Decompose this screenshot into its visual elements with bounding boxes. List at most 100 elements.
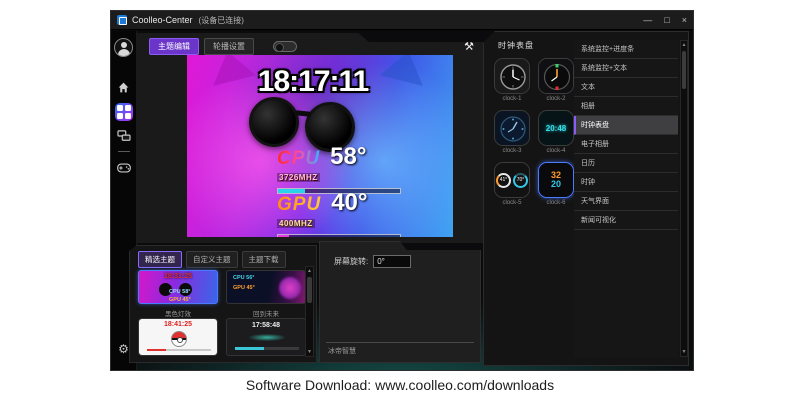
- gpu-load-bar: [277, 234, 401, 237]
- tab-carousel-settings[interactable]: 轮播设置: [204, 38, 254, 55]
- theme-editor-panel: 主题编辑 轮播设置 ⚒ 18:17:11 CPU: [137, 33, 483, 243]
- clock6-bottom-value: 20: [551, 180, 561, 189]
- theme-thumbnail-cyber[interactable]: CPU 56° GPU 45°: [226, 270, 306, 304]
- rotation-input[interactable]: [373, 255, 411, 268]
- titlebar: Coolleo-Center (设备已连接) — □ ×: [111, 11, 693, 30]
- thumb1-gpu: GPU 45°: [169, 297, 191, 303]
- gauge-right: 70°: [513, 173, 528, 188]
- menu-item-digital-album[interactable]: 电子相册: [574, 135, 678, 154]
- carousel-toggle[interactable]: [273, 41, 297, 52]
- clock-widget-3[interactable]: [494, 110, 530, 146]
- thumb3-slider: [147, 349, 211, 351]
- menu-scroll-thumb[interactable]: [682, 51, 686, 89]
- theme-thumbnail-pokeball[interactable]: 18:41:25: [138, 318, 218, 356]
- clock-widget-4-label: clock-4: [538, 148, 574, 154]
- gamepad-icon[interactable]: [116, 160, 132, 176]
- menu-item-news[interactable]: 新闻可视化: [574, 211, 678, 230]
- home-icon[interactable]: [116, 79, 132, 95]
- tab-featured-themes[interactable]: 精选主题: [138, 251, 182, 268]
- tab-custom-themes[interactable]: 自定义主题: [186, 251, 238, 268]
- screen-rotation-panel: 屏幕旋转: 冰帝智慧: [319, 241, 481, 363]
- menu-scroll-down-icon[interactable]: ▼: [682, 348, 687, 356]
- menu-scrollbar[interactable]: ▲ ▼: [680, 40, 688, 357]
- thumb3-time: 18:41:25: [139, 321, 217, 328]
- clock-widget-4[interactable]: 20:48: [538, 110, 574, 146]
- window-title: Coolleo-Center: [132, 15, 193, 25]
- clock-widget-6-label: clock-6: [538, 200, 574, 206]
- app-window: Coolleo-Center (设备已连接) — □ ×: [110, 10, 694, 371]
- gauge-left: 41°: [496, 173, 511, 188]
- clock-widget-5-gauges: 41° 70°: [495, 163, 529, 197]
- menu-item-clock-dial[interactable]: 时钟表盘: [574, 116, 678, 135]
- clock-widget-3-label: clock-3: [494, 148, 530, 154]
- clock-widget-6[interactable]: 32 20: [538, 162, 574, 198]
- user-avatar[interactable]: [114, 38, 133, 57]
- device-status: (设备已连接): [199, 15, 244, 26]
- menu-item-album[interactable]: 相册: [574, 97, 678, 116]
- thumb4-logo: [249, 334, 285, 341]
- thumb1-cpu: CPU 58°: [169, 289, 190, 295]
- clock-widget-1-label: clock-1: [494, 96, 530, 102]
- clock-widget-6-display: 32 20: [539, 163, 573, 197]
- clock-widget-5[interactable]: 41° 70°: [494, 162, 530, 198]
- themes-scrollbar[interactable]: ▲ ▼: [305, 266, 314, 357]
- menu-item-weather[interactable]: 天气界面: [574, 192, 678, 211]
- download-caption: Software Download: www.coolleo.com/downl…: [0, 377, 800, 393]
- gpu-label: GPU: [277, 196, 321, 213]
- cpu-temp: 58°: [330, 147, 366, 167]
- pokeball-icon: [171, 331, 187, 347]
- gpu-readout: GPU 40° 400MHZ: [277, 193, 401, 237]
- gpu-frequency: 400MHZ: [277, 219, 315, 228]
- gpu-load-fill: [278, 235, 289, 237]
- menu-item-monitor-progressbar[interactable]: 系统监控+进度条: [574, 40, 678, 59]
- menu-item-text[interactable]: 文本: [574, 78, 678, 97]
- themes-nav-icon[interactable]: [115, 103, 133, 121]
- window-controls: — □ ×: [643, 11, 687, 30]
- gpu-temp: 40°: [331, 193, 367, 213]
- theme-thumbnail-cat[interactable]: 18:31:25 CPU 58° GPU 45°: [138, 270, 218, 304]
- close-button[interactable]: ×: [682, 11, 687, 30]
- editor-tabs: 主题编辑 轮播设置: [149, 38, 297, 55]
- screens-icon[interactable]: [116, 128, 132, 144]
- window-body: ⚙ 主题编辑 轮播设置 ⚒ 18:17:11: [111, 31, 693, 370]
- tab-theme-edit[interactable]: 主题编辑: [149, 38, 199, 55]
- themes-scroll-thumb[interactable]: [307, 277, 312, 303]
- clock-widget-1[interactable]: [494, 58, 530, 94]
- clock-widget-5-label: clock-5: [494, 200, 530, 206]
- menu-item-calendar[interactable]: 日历: [574, 154, 678, 173]
- theme-preview: 18:17:11 CPU 58° 3726MHZ GPU 40°: [187, 55, 453, 237]
- tools-icon[interactable]: ⚒: [464, 40, 474, 53]
- cpu-readout: CPU 58° 3726MHZ: [277, 147, 401, 194]
- themes-panel: 精选主题 自定义主题 主题下载 18:31:25 CPU 58° GPU 45°…: [129, 245, 317, 363]
- menu-item-monitor-text[interactable]: 系统监控+文本: [574, 59, 678, 78]
- settings-gear-icon[interactable]: ⚙: [118, 342, 129, 356]
- thumb4-time: 17:58:48: [227, 322, 305, 329]
- themes-tabs: 精选主题 自定义主题 主题下载: [138, 251, 316, 268]
- footer-divider: [326, 342, 474, 343]
- thumb2-cpu: CPU 56°: [233, 275, 254, 281]
- clock-widget-2-label: clock-2: [538, 96, 574, 102]
- minimize-button[interactable]: —: [643, 11, 652, 30]
- theme-label-2: 回到未来: [226, 308, 306, 318]
- tab-theme-download[interactable]: 主题下载: [242, 251, 286, 268]
- preview-clock: 18:17:11: [187, 65, 439, 99]
- sidebar-divider: [118, 151, 130, 152]
- menu-item-clock[interactable]: 时钟: [574, 173, 678, 192]
- clock-widget-2[interactable]: [538, 58, 574, 94]
- scroll-down-icon[interactable]: ▼: [307, 348, 312, 356]
- sunglasses-left-lens: [249, 97, 299, 147]
- menu-scroll-up-icon[interactable]: ▲: [682, 41, 687, 49]
- widgets-panel: 时钟表盘 clock-1 clock-2 20:48 clock-3 clock…: [483, 31, 689, 366]
- thumb1-time: 18:31:25: [139, 273, 217, 280]
- scroll-up-icon[interactable]: ▲: [307, 267, 312, 275]
- cpu-label: CPU: [277, 150, 320, 167]
- theme-label-1: 黑色灯效: [138, 308, 218, 318]
- clock-widget-4-time: 20:48: [539, 111, 573, 145]
- maximize-button[interactable]: □: [664, 11, 669, 30]
- thumb4-progress: [235, 347, 299, 350]
- app-icon: [117, 15, 127, 25]
- module-menu: 系统监控+进度条 系统监控+文本 文本 相册 时钟表盘 电子相册 日历 时钟 天…: [574, 40, 678, 357]
- theme-thumbnail-dark[interactable]: 17:58:48: [226, 318, 306, 356]
- cpu-frequency: 3726MHZ: [277, 173, 320, 182]
- widgets-title: 时钟表盘: [498, 40, 534, 51]
